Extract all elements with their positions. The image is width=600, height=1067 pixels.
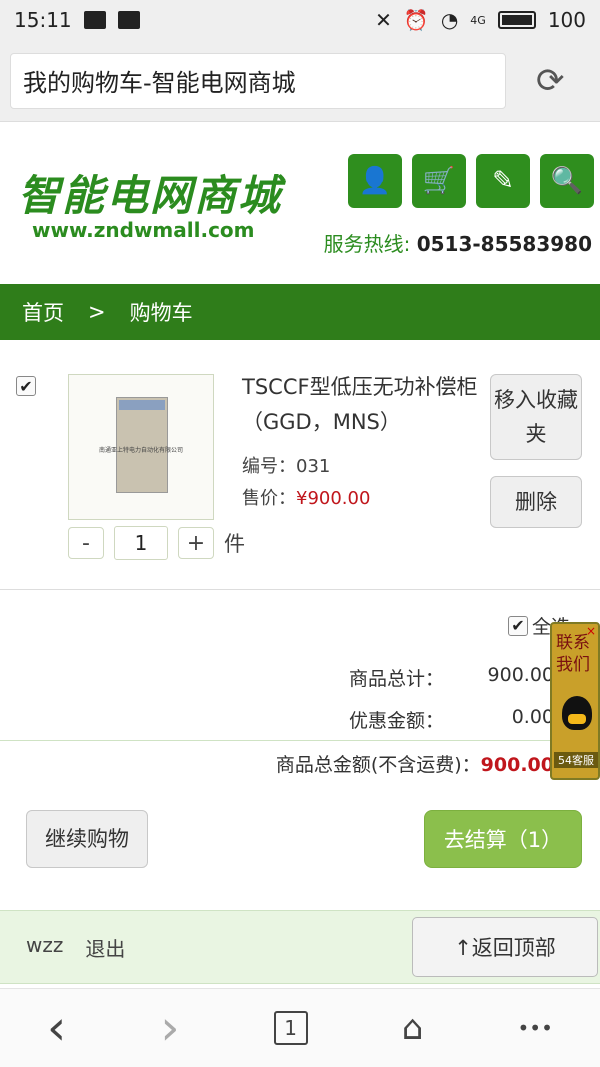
- hotline-number[interactable]: 0513-85583980: [417, 232, 592, 256]
- online-service-label: 54客服: [554, 752, 598, 768]
- contact-us-label: 联系我们: [556, 633, 590, 675]
- breadcrumb-home[interactable]: 首页: [22, 297, 64, 327]
- product-price: 售价：¥900.00: [242, 484, 370, 510]
- continue-shopping-button[interactable]: 继续购物: [26, 810, 148, 868]
- upload-icon: [117, 11, 140, 29]
- cart-summary: ✔ 全选 商品总计： 900.00 优惠金额： 0.00 商品总金额(不含运费)…: [0, 590, 600, 790]
- breadcrumb: 首页 > 购物车: [0, 284, 600, 340]
- discount-label: 优惠金额：: [348, 710, 444, 732]
- subtotal-value: 900.00: [487, 664, 554, 686]
- home-icon[interactable]: ⌂: [402, 1008, 424, 1048]
- quantity-input[interactable]: 1: [114, 526, 168, 560]
- price-value: ¥900.00: [296, 488, 371, 509]
- grand-total-value: 900.00: [480, 754, 554, 776]
- back-icon[interactable]: ‹: [47, 1000, 66, 1056]
- code-value: 031: [296, 456, 331, 477]
- price-label: 售价：: [242, 488, 296, 509]
- mute-icon: ✕: [375, 8, 392, 32]
- page-footer: wzz 退出 ↑返回顶部: [0, 910, 600, 984]
- user-icon[interactable]: 👤: [348, 154, 402, 208]
- wifi-icon: ◔: [440, 8, 459, 32]
- delete-button[interactable]: 删除: [490, 476, 582, 528]
- forward-icon[interactable]: ›: [160, 1000, 179, 1056]
- tabs-icon[interactable]: 1: [273, 1011, 308, 1045]
- url-field[interactable]: 我的购物车-智能电网商城: [10, 52, 506, 109]
- quantity-decrease-button[interactable]: -: [68, 527, 104, 559]
- more-icon[interactable]: •••: [517, 1016, 552, 1040]
- signal-icon: 4G: [470, 13, 486, 27]
- reload-icon[interactable]: ⟳: [536, 61, 565, 101]
- checkout-button[interactable]: 去结算（1）: [424, 810, 582, 868]
- move-to-favorites-label: 移入收藏夹: [494, 388, 578, 446]
- username: wzz: [26, 933, 64, 957]
- item-checkbox[interactable]: ✔: [16, 376, 36, 396]
- product-thumbnail[interactable]: 南通亚上特电力自动化有限公司: [68, 374, 214, 520]
- discount-row: 优惠金额： 0.00: [349, 706, 554, 733]
- search-icon[interactable]: 🔍: [540, 154, 594, 208]
- subtotal-label: 商品总计：: [348, 668, 444, 690]
- grand-total-label: 商品总金额(不含运费)：: [275, 754, 481, 776]
- cart-item: ✔ 南通亚上特电力自动化有限公司 TSCCF型低压无功补偿柜（GGD，MNS） …: [0, 340, 600, 590]
- quantity-increase-button[interactable]: +: [178, 527, 214, 559]
- site-header: 智能电网商城 www.zndwmall.com 👤 🛒 ✎ 🔍 服务热线: 05…: [0, 122, 600, 284]
- browser-nav-bar: ‹ › 1 ⌂ •••: [0, 988, 600, 1067]
- status-time: 15:11: [14, 8, 72, 32]
- back-to-top-button[interactable]: ↑返回顶部: [412, 917, 598, 977]
- browser-address-bar: 我的购物车-智能电网商城 ⟳: [0, 40, 600, 122]
- logout-link[interactable]: 退出: [85, 933, 125, 962]
- status-bar: 15:11 ✕ ⏰ ◔ 4G 100: [0, 0, 600, 40]
- code-label: 编号：: [242, 456, 296, 477]
- contact-us-widget[interactable]: × 联系我们 54客服: [550, 622, 600, 780]
- quantity-stepper: - 1 + 件: [68, 526, 245, 560]
- alarm-icon: ⏰: [403, 8, 429, 32]
- divider: [0, 740, 600, 741]
- site-logo[interactable]: 智能电网商城: [18, 162, 282, 223]
- select-all-checkbox[interactable]: ✔: [507, 615, 528, 636]
- product-code: 编号：031: [242, 452, 330, 478]
- thumbnail-caption: 南通亚上特电力自动化有限公司: [99, 447, 184, 454]
- cart-icon[interactable]: 🛒: [412, 154, 466, 208]
- move-to-favorites-button[interactable]: 移入收藏夹: [490, 374, 582, 460]
- image-icon: [83, 11, 106, 29]
- product-name[interactable]: TSCCF型低压无功补偿柜（GGD，MNS）: [242, 370, 482, 440]
- cart-actions: 继续购物 去结算（1）: [0, 800, 600, 880]
- grand-total: 商品总金额(不含运费)：900.00: [276, 750, 554, 777]
- battery-level: 100: [547, 8, 586, 32]
- quantity-unit: 件: [224, 532, 245, 556]
- breadcrumb-current: 购物车: [129, 301, 193, 325]
- site-logo-url: www.zndwmall.com: [32, 218, 255, 242]
- service-hotline: 服务热线: 0513-85583980: [324, 228, 592, 257]
- subtotal-row: 商品总计： 900.00: [349, 664, 554, 691]
- breadcrumb-separator: >: [88, 300, 106, 324]
- battery-icon: [497, 11, 536, 29]
- qq-penguin-icon: [562, 696, 592, 730]
- edit-icon[interactable]: ✎: [476, 154, 530, 208]
- discount-value: 0.00: [511, 706, 554, 728]
- hotline-label: 服务热线:: [323, 232, 411, 256]
